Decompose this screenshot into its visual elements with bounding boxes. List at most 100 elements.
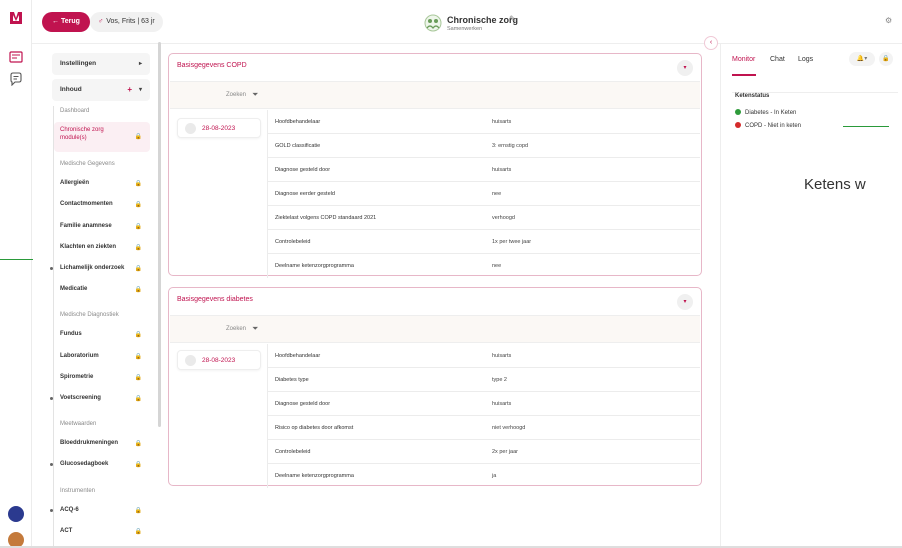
chevron-down-icon: ▾: [683, 65, 687, 71]
sidebar-inhoud-button[interactable]: Inhoud + ▾: [52, 79, 150, 101]
sidebar-item-laboratorium[interactable]: Laboratorium 🔒: [54, 353, 150, 360]
sidebar-inhoud-label: Inhoud: [60, 86, 82, 93]
male-gender-icon: ♂: [98, 18, 104, 25]
ketenstatus-heading: Ketenstatus: [735, 93, 770, 99]
sidebar-item-label: Klachten en ziekten: [60, 244, 117, 250]
keten-item-copd: COPD - Niet in keten: [735, 122, 801, 129]
table-row: GOLD classificatie 3: ernstig copd: [267, 134, 700, 158]
notification-bell-button[interactable]: 🔔▾: [849, 52, 875, 66]
lock-icon: 🔒: [134, 181, 142, 187]
table-row: Diagnose gesteld door huisarts: [267, 158, 700, 182]
row-key: Risico op diabetes door afkomst: [275, 425, 354, 431]
table-row: Controlebeleid 1x per twee jaar: [267, 230, 700, 254]
settings-icon[interactable]: ⚙: [885, 16, 892, 25]
table-row: Risico op diabetes door afkomst niet verh…: [267, 416, 700, 440]
tab-chat[interactable]: Chat: [770, 56, 785, 63]
row-value: huisarts: [492, 401, 512, 407]
sidebar-item-chronische-zorg[interactable]: Chronische zorg module(s) 🔒: [54, 122, 150, 152]
row-key: Diagnose eerder gesteld: [275, 191, 335, 197]
row-value: huisarts: [492, 353, 512, 359]
sidebar-item-label: Contactmomenten: [60, 201, 113, 207]
lock-icon: 🔒: [134, 134, 142, 140]
edit-pencil-icon[interactable]: ✎: [509, 14, 517, 25]
dashboard-icon[interactable]: [9, 50, 23, 64]
sidebar-item-voetscreening[interactable]: Voetscreening 🔒: [54, 395, 150, 402]
lock-icon: 🔒: [134, 375, 142, 381]
row-key: Ziektelast volgens COPD standaard 2021: [275, 215, 377, 221]
sidebar-item-bloeddrukmeningen[interactable]: Bloeddrukmeningen 🔒: [54, 440, 150, 447]
lock-button[interactable]: 🔒: [879, 52, 893, 66]
sidebar-item-label: Bloeddrukmeningen: [60, 440, 119, 446]
sidebar-item-acq-6[interactable]: ACQ-6 🔒: [54, 507, 150, 514]
bullet-icon: [50, 463, 53, 466]
keten-label: COPD - Niet in keten: [745, 123, 802, 129]
sidebar-item-spirometrie[interactable]: Spirometrie 🔒: [54, 374, 150, 381]
back-button[interactable]: ← Terug: [42, 12, 90, 32]
sidebar-item-label: Glucosedagboek: [60, 461, 109, 467]
app-logo-icon[interactable]: [8, 10, 24, 26]
row-value: verhoogd: [492, 215, 515, 221]
search-bar[interactable]: Zoeken ⏷: [170, 81, 700, 109]
search-label: Zoeken: [226, 92, 247, 98]
date-chip[interactable]: 28-08-2023: [177, 350, 261, 370]
sidebar-item-glucosedagboek[interactable]: Glucosedagboek 🔒: [54, 461, 150, 468]
lock-icon: 🔒: [134, 224, 142, 230]
sidebar: Instellingen ▸ Inhoud + ▾ Dashboard Chro…: [32, 44, 164, 548]
row-key: GOLD classificatie: [275, 143, 321, 149]
table-row: Hoofdbehandelaar huisarts: [267, 344, 700, 368]
sidebar-item-lichamelijk-onderzoek[interactable]: Lichamelijk onderzoek 🔒: [54, 265, 150, 272]
sidebar-scrollbar[interactable]: [158, 42, 161, 427]
lock-icon: 🔒: [134, 441, 142, 447]
sidebar-item-label: Familie anamnese: [60, 223, 112, 229]
sidebar-instellingen-button[interactable]: Instellingen ▸: [52, 53, 150, 75]
sidebar-item-klachten-en-ziekten[interactable]: Klachten en ziekten 🔒: [54, 244, 150, 251]
table-row: Deelname ketenzorgprogramma ja: [267, 464, 700, 488]
add-icon[interactable]: +: [127, 79, 132, 101]
sidebar-item-allergieen[interactable]: Allergieën 🔒: [54, 180, 150, 187]
lock-icon: 🔒: [134, 508, 142, 514]
sidebar-item-label: Medicatie: [60, 286, 88, 292]
filter-icon[interactable]: ⏷: [252, 90, 258, 100]
sidebar-section-instrumenten: Instrumenten: [60, 488, 96, 494]
sidebar-item-label: Laboratorium: [60, 353, 99, 359]
patient-chip[interactable]: ♂ Vos, Frits | 63 jr: [90, 12, 163, 32]
lock-icon: 🔒: [134, 396, 142, 402]
tab-monitor[interactable]: Monitor: [732, 56, 755, 63]
chevron-left-icon: ‹: [709, 39, 713, 46]
sidebar-item-familie-anamnese[interactable]: Familie anamnese 🔒: [54, 223, 150, 230]
annotation-line-left: [0, 259, 33, 260]
collapse-panel-button[interactable]: ‹: [704, 36, 718, 50]
sidebar-item-contactmomenten[interactable]: Contactmomenten 🔒: [54, 201, 150, 208]
sidebar-item-fundus[interactable]: Fundus 🔒: [54, 331, 150, 338]
data-table: Hoofdbehandelaar huisarts Diabetes type ty…: [267, 344, 700, 488]
sidebar-tree-line: [53, 106, 54, 548]
author-avatar: [185, 123, 196, 134]
chat-icon[interactable]: [9, 72, 23, 86]
filter-icon[interactable]: ⏷: [252, 324, 258, 334]
search-bar[interactable]: Zoeken ⏷: [170, 315, 700, 343]
row-key: Controlebeleid: [275, 239, 311, 245]
sidebar-item-medicatie[interactable]: Medicatie 🔒: [54, 286, 150, 293]
lock-icon: 🔒: [134, 462, 142, 468]
row-key: Deelname ketenzorgprogramma: [275, 473, 354, 479]
table-row: Diabetes type type 2: [267, 368, 700, 392]
collapse-card-button[interactable]: ▾: [677, 60, 693, 76]
record-date: 28-08-2023: [202, 357, 236, 364]
table-row: Deelname ketenzorgprogramma nee: [267, 254, 700, 278]
patient-label: Vos, Frits | 63 jr: [106, 18, 155, 25]
lock-icon: 🔒: [134, 245, 142, 251]
lock-icon: 🔒: [882, 56, 890, 62]
sidebar-instellingen-label: Instellingen: [60, 60, 97, 67]
date-chip[interactable]: 28-08-2023: [177, 118, 261, 138]
row-value: ja: [492, 473, 497, 479]
annotation-text: Ketens w: [804, 176, 866, 193]
row-key: Diagnose gesteld door: [275, 167, 331, 173]
sidebar-item-label: Chronische zorg module(s): [60, 127, 104, 141]
lock-icon: 🔒: [134, 529, 142, 535]
active-tab-indicator: [732, 74, 756, 76]
collapse-card-button[interactable]: ▾: [677, 294, 693, 310]
user-avatar[interactable]: [8, 506, 24, 522]
tab-logs[interactable]: Logs: [798, 56, 813, 63]
sidebar-item-act[interactable]: ACT 🔒: [54, 528, 150, 535]
data-table: Hoofdbehandelaar huisarts GOLD classifica…: [267, 110, 700, 278]
